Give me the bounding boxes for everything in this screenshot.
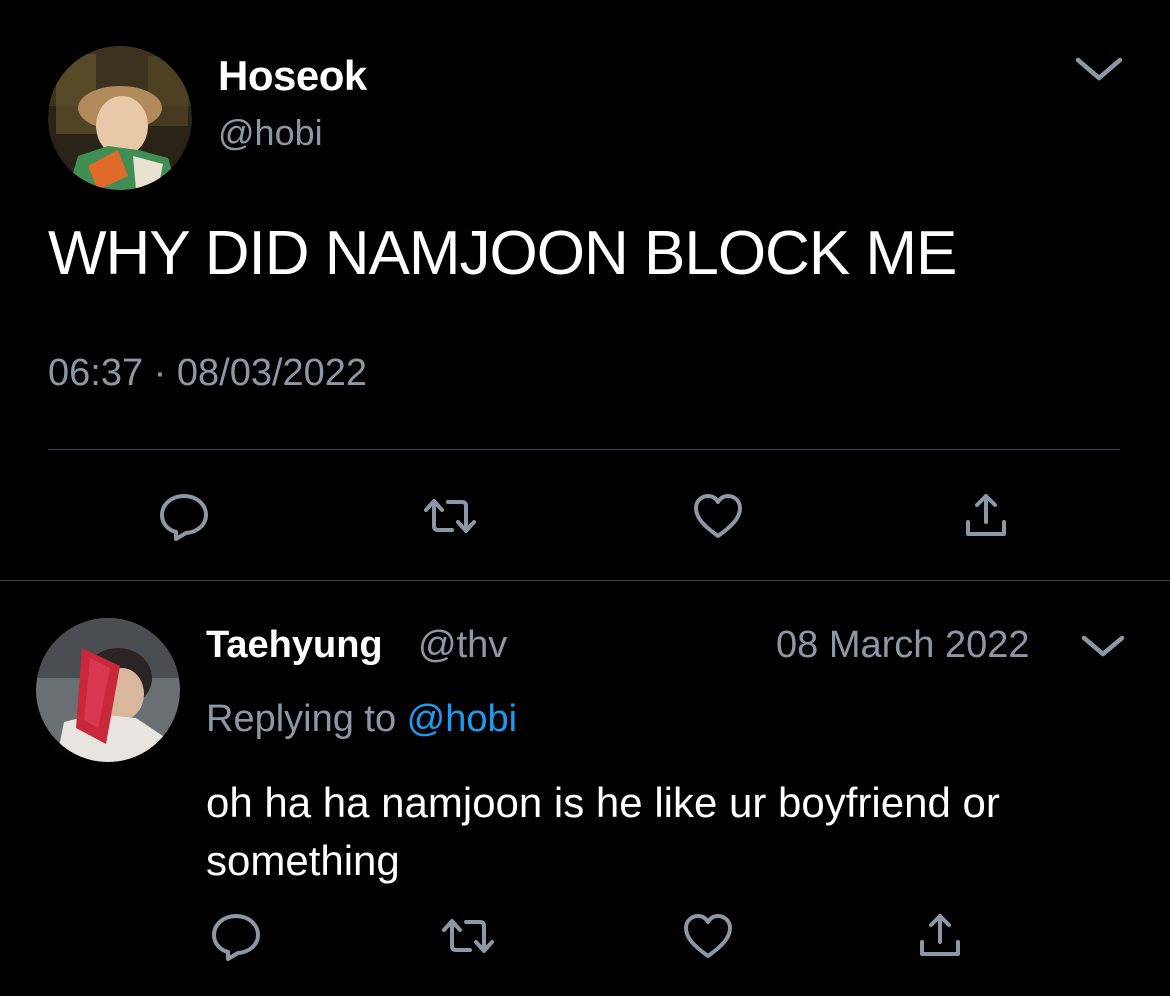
reply-icon[interactable] bbox=[208, 908, 264, 964]
replying-to-label: Replying to bbox=[206, 698, 407, 740]
replying-to: Replying to @hobi bbox=[206, 698, 517, 741]
reply-author-handle[interactable]: @thv bbox=[418, 624, 507, 667]
share-icon[interactable] bbox=[958, 488, 1014, 544]
reply-text: oh ha ha namjoon is he like ur boyfriend… bbox=[206, 779, 1000, 884]
author-name[interactable]: Hoseok bbox=[218, 52, 367, 100]
retweet-icon[interactable] bbox=[440, 908, 496, 964]
mention-link[interactable]: @hobi bbox=[407, 698, 517, 740]
tweet-timestamp[interactable]: 06:37 · 08/03/2022 bbox=[48, 352, 367, 395]
author-avatar[interactable] bbox=[48, 46, 192, 190]
reply-icon[interactable] bbox=[156, 488, 212, 544]
author-handle[interactable]: @hobi bbox=[218, 112, 323, 154]
share-icon[interactable] bbox=[912, 908, 968, 964]
avatar-photo bbox=[36, 618, 180, 762]
reply-author-avatar[interactable] bbox=[36, 618, 180, 762]
avatar-photo bbox=[48, 46, 192, 190]
heart-icon[interactable] bbox=[680, 908, 736, 964]
chevron-down-icon[interactable] bbox=[1080, 632, 1126, 660]
chevron-down-icon[interactable] bbox=[1074, 54, 1124, 84]
retweet-icon[interactable] bbox=[422, 488, 478, 544]
heart-icon[interactable] bbox=[690, 488, 746, 544]
reply-date[interactable]: 08 March 2022 bbox=[776, 624, 1030, 667]
reply-author-name[interactable]: Taehyung bbox=[206, 624, 383, 667]
divider bbox=[48, 449, 1120, 450]
section-divider bbox=[0, 580, 1170, 581]
tweet-text: WHY DID NAMJOON BLOCK ME bbox=[48, 219, 957, 288]
